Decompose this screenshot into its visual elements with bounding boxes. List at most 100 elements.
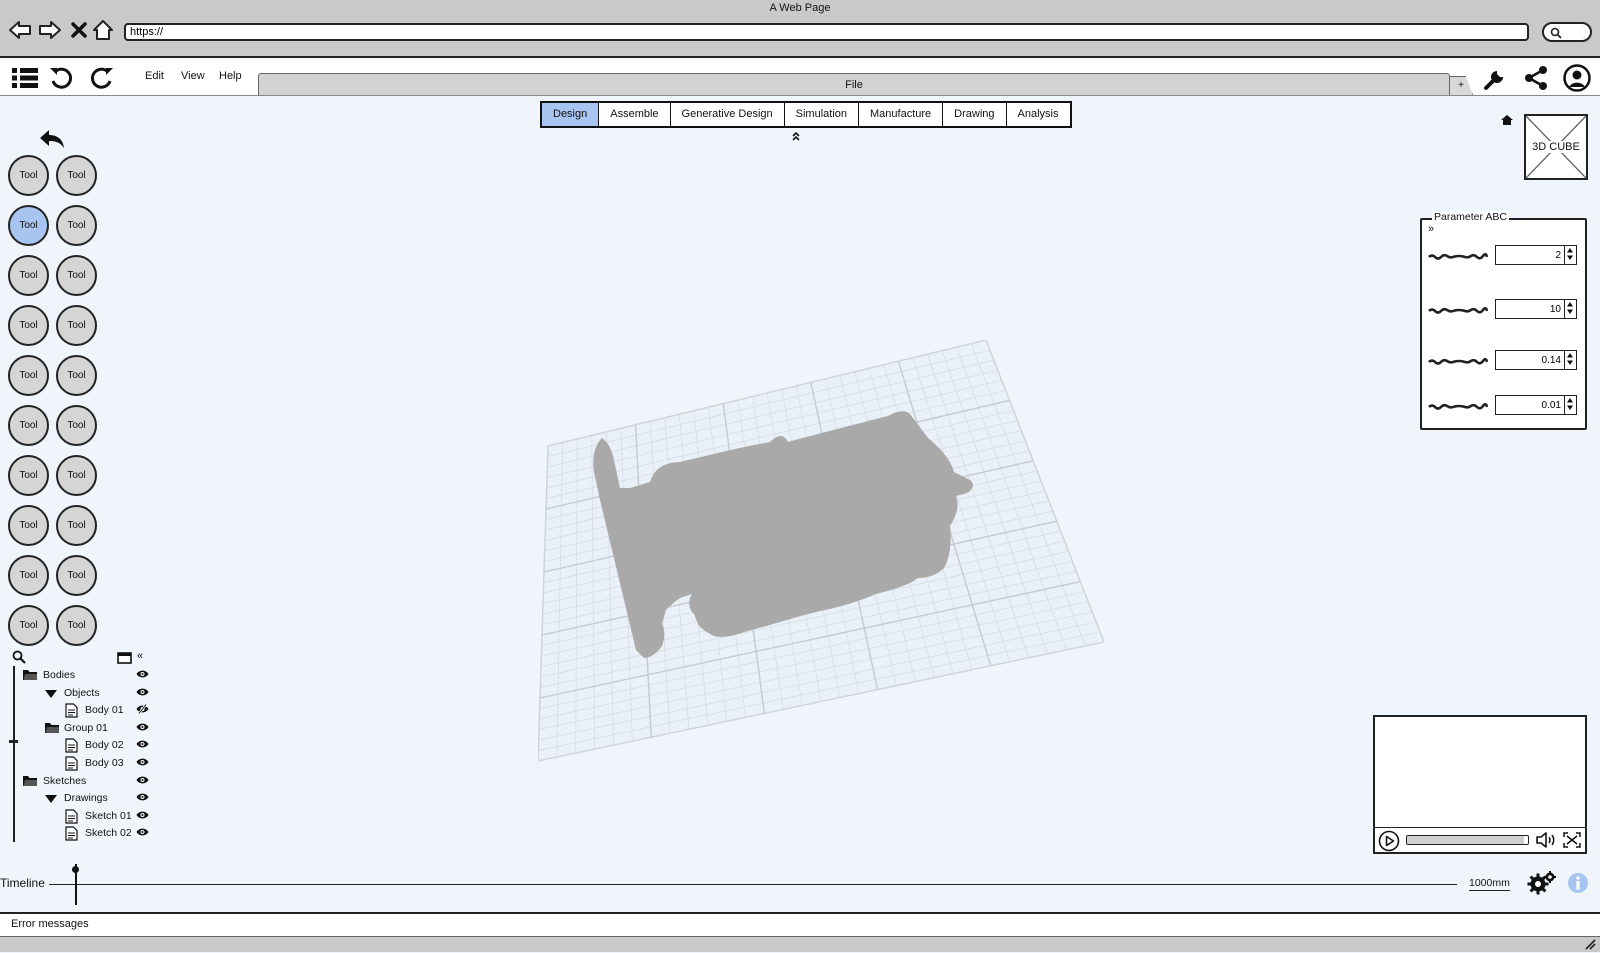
list-menu-icon[interactable] [10, 64, 40, 92]
info-icon[interactable] [1567, 872, 1589, 897]
tool-button[interactable]: Tool [8, 305, 49, 346]
tool-button[interactable]: Tool [56, 405, 97, 446]
tree-item[interactable]: Objects [0, 685, 150, 701]
tree-item[interactable]: Group 01 [0, 720, 150, 736]
resize-grip-icon[interactable] [1584, 938, 1596, 953]
eye-icon[interactable] [136, 827, 149, 840]
eye-icon[interactable] [136, 810, 149, 823]
parameter-label [1428, 401, 1489, 413]
forward-arrow-icon[interactable] [38, 18, 62, 42]
tool-button[interactable]: Tool [56, 455, 97, 496]
parameter-label [1428, 305, 1489, 317]
tree-item[interactable]: Sketches [0, 773, 150, 789]
tool-button[interactable]: Tool [56, 205, 97, 246]
tool-button[interactable]: Tool [56, 305, 97, 346]
tool-button[interactable]: Tool [56, 555, 97, 596]
tool-button[interactable]: Tool [56, 505, 97, 546]
view-home-icon[interactable] [1500, 114, 1514, 129]
user-avatar-icon[interactable] [1562, 64, 1592, 92]
triangle-down-icon[interactable] [44, 794, 58, 807]
tool-button[interactable]: Tool [56, 255, 97, 296]
volume-icon[interactable] [1535, 831, 1559, 852]
spinner-arrows-icon[interactable] [1564, 300, 1576, 318]
tool-button[interactable]: Tool [8, 355, 49, 396]
tool-button[interactable]: Tool [56, 355, 97, 396]
tool-button[interactable]: Tool [8, 205, 49, 246]
spinner-arrows-icon[interactable] [1564, 246, 1576, 264]
tree-item[interactable]: Body 01 [0, 702, 150, 718]
parameter-spinner[interactable] [1495, 299, 1577, 319]
menu-edit[interactable]: Edit [145, 70, 164, 82]
tree-item[interactable]: Sketch 02 [0, 825, 150, 841]
menu-help[interactable]: Help [219, 70, 242, 82]
file-tab[interactable]: File [258, 73, 1450, 95]
triangle-down-icon[interactable] [44, 689, 58, 702]
tree-item[interactable]: Body 03 [0, 755, 150, 771]
browser-search-field[interactable] [1542, 22, 1592, 42]
3d-viewport[interactable] [537, 339, 1106, 765]
parameter-spinner[interactable] [1495, 245, 1577, 265]
timeline-marker-handle[interactable] [72, 866, 79, 873]
tool-button[interactable]: Tool [8, 505, 49, 546]
undo-icon[interactable] [46, 64, 76, 92]
stop-icon[interactable] [67, 18, 91, 42]
tree-search-icon[interactable] [12, 650, 26, 667]
eye-icon[interactable] [136, 669, 149, 682]
tool-button[interactable]: Tool [8, 405, 49, 446]
tree-item[interactable]: Body 02 [0, 737, 150, 753]
tool-button[interactable]: Tool [56, 155, 97, 196]
spinner-arrows-icon[interactable] [1564, 351, 1576, 369]
tab-drawing[interactable]: Drawing [943, 103, 1007, 126]
play-button[interactable] [1378, 830, 1400, 855]
home-icon[interactable] [91, 18, 115, 42]
tab-assemble[interactable]: Assemble [599, 103, 671, 126]
parameter-input[interactable] [1496, 396, 1564, 414]
tool-button[interactable]: Tool [8, 555, 49, 596]
tab-simulation[interactable]: Simulation [785, 103, 860, 126]
eye-icon[interactable] [136, 792, 149, 805]
tool-button[interactable]: Tool [8, 255, 49, 296]
parameter-input[interactable] [1496, 351, 1564, 369]
seek-bar[interactable] [1406, 835, 1529, 845]
tool-button[interactable]: Tool [8, 155, 49, 196]
back-arrow-icon[interactable] [8, 18, 32, 42]
reply-arrow-icon [40, 130, 64, 148]
eye-icon[interactable] [136, 757, 149, 770]
parameter-spinner[interactable] [1495, 395, 1577, 415]
eye-icon[interactable] [136, 687, 149, 700]
tree-item[interactable]: Drawings [0, 790, 150, 806]
tool-button[interactable]: Tool [8, 605, 49, 646]
tree-item-label: Bodies [43, 669, 76, 681]
tree-item[interactable]: Sketch 01 [0, 808, 150, 824]
menu-view[interactable]: View [181, 70, 205, 82]
tree-item-label: Drawings [64, 792, 108, 805]
timeline-track[interactable] [49, 884, 1457, 885]
tab-generative-design[interactable]: Generative Design [671, 103, 785, 126]
parameter-spinner[interactable] [1495, 350, 1577, 370]
view-cube[interactable]: 3D CUBE [1524, 114, 1588, 180]
eye-icon[interactable] [136, 775, 149, 788]
address-bar[interactable] [124, 23, 1529, 41]
window-icon[interactable] [117, 652, 132, 667]
collapse-toolbar-button[interactable] [791, 131, 801, 144]
settings-gear-icon[interactable] [1527, 870, 1557, 899]
spinner-arrows-icon[interactable] [1564, 396, 1576, 414]
tree-item[interactable]: Bodies [0, 667, 150, 683]
eye-hidden-icon[interactable] [136, 703, 149, 717]
redo-icon[interactable] [87, 64, 117, 92]
tab-manufacture[interactable]: Manufacture [859, 103, 944, 126]
tab-design[interactable]: Design [542, 103, 600, 126]
palette-back-button[interactable] [38, 128, 66, 153]
eye-icon[interactable] [136, 722, 149, 735]
collapse-panel-button[interactable]: « [137, 650, 143, 662]
tool-button[interactable]: Tool [8, 455, 49, 496]
parameter-input[interactable] [1496, 300, 1564, 318]
wrench-icon[interactable] [1481, 64, 1511, 92]
tool-button[interactable]: Tool [56, 605, 97, 646]
parameter-expand-button[interactable]: » [1428, 223, 1434, 235]
share-icon[interactable] [1521, 64, 1551, 92]
tab-analysis[interactable]: Analysis [1007, 103, 1070, 126]
fullscreen-icon[interactable] [1562, 831, 1582, 852]
eye-icon[interactable] [136, 739, 149, 752]
parameter-input[interactable] [1496, 246, 1564, 264]
